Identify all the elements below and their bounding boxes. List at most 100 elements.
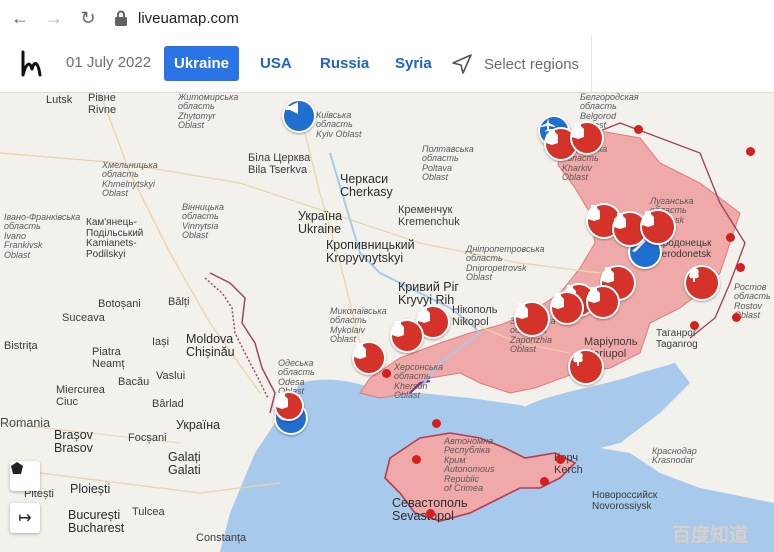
label-moldova: Moldova Chișinău bbox=[186, 332, 235, 360]
label-dnipro: Дніпропетровська область Dnipropetrovsk … bbox=[466, 244, 545, 283]
explosion-marker[interactable] bbox=[568, 349, 604, 385]
site-header: 01 July 2022 Ukraine USA Russia Syria Se… bbox=[0, 36, 774, 93]
draw-polygon-button[interactable] bbox=[10, 461, 40, 491]
event-dot[interactable] bbox=[540, 477, 549, 486]
event-dot[interactable] bbox=[556, 455, 565, 464]
tab-syria[interactable]: Syria bbox=[385, 46, 442, 81]
event-dot[interactable] bbox=[746, 147, 755, 156]
event-dot[interactable] bbox=[412, 455, 421, 464]
select-regions-button[interactable]: Select regions bbox=[450, 50, 579, 78]
label-ivano-frankivsk: Івано-Франківська область Ivano Frankivs… bbox=[4, 212, 81, 260]
label-focsani: Focșani bbox=[128, 432, 167, 444]
event-marker-blue[interactable] bbox=[282, 99, 316, 133]
pentagon-icon bbox=[11, 462, 23, 474]
bomb-icon bbox=[418, 307, 430, 323]
liveuamap-logo-icon[interactable] bbox=[18, 49, 48, 79]
label-kamianets: Кам'янець- Подільський Kamianets- Podils… bbox=[86, 217, 144, 260]
event-dot[interactable] bbox=[690, 321, 699, 330]
shelling-marker[interactable] bbox=[586, 285, 620, 319]
label-ukraine-city: Україна bbox=[176, 418, 221, 432]
arrow-right-bar-icon: ↦ bbox=[18, 510, 32, 527]
navigation-arrow-icon bbox=[452, 54, 472, 74]
occupied-east bbox=[359, 130, 741, 399]
label-kyiv-oblast: Київська область Kyiv Oblast bbox=[316, 110, 362, 139]
label-krasnodar: Краснодар Krasnodar bbox=[652, 446, 697, 466]
event-dot[interactable] bbox=[382, 369, 391, 378]
bomb-icon bbox=[552, 293, 564, 309]
bomb-icon bbox=[588, 205, 600, 221]
label-novorossiysk: Новороссийск Novorossiysk bbox=[592, 490, 658, 512]
label-kropyvnytskyi: Кропивницький Kropyvnytskyi bbox=[326, 238, 415, 266]
label-kremenchuk: Кременчук Kremenchuk bbox=[398, 204, 460, 228]
label-crimea: Автономна Республіка Крим Autonomous Rep… bbox=[444, 436, 495, 494]
label-iasi: Iași bbox=[152, 336, 170, 348]
label-nikopol: Нікополь Nikopol bbox=[452, 304, 498, 328]
tab-russia[interactable]: Russia bbox=[310, 46, 379, 81]
reload-icon[interactable]: ↻ bbox=[76, 6, 100, 30]
tab-usa[interactable]: USA bbox=[250, 46, 302, 81]
label-bacau: Bacău bbox=[118, 376, 150, 388]
bomb-icon bbox=[602, 267, 614, 283]
watermark: 百度知道 bbox=[672, 524, 749, 546]
shelling-marker[interactable] bbox=[352, 341, 386, 375]
bomb-icon bbox=[546, 129, 558, 145]
bomb-icon bbox=[276, 393, 288, 409]
shelling-marker[interactable] bbox=[640, 209, 676, 245]
label-botosani: Botoșani bbox=[98, 298, 141, 310]
back-icon[interactable]: ← bbox=[8, 6, 32, 30]
label-barlad: Bârlad bbox=[152, 398, 184, 410]
bomb-icon bbox=[572, 123, 584, 139]
label-bistrita: Bistrița bbox=[4, 340, 38, 352]
label-vaslui: Vaslui bbox=[156, 370, 186, 382]
label-suceava: Suceava bbox=[62, 312, 105, 324]
label-brasov: Brașov Brasov bbox=[54, 428, 93, 456]
event-dot[interactable] bbox=[426, 509, 435, 518]
label-rivne: Рівне Rivne bbox=[88, 93, 117, 116]
label-bucuresti: București Bucharest bbox=[68, 508, 125, 536]
label-poltava: Полтавська область Poltava Oblast bbox=[422, 144, 474, 183]
event-dot[interactable] bbox=[432, 419, 441, 428]
current-date: 01 July 2022 bbox=[66, 54, 152, 71]
explosion-icon bbox=[689, 268, 699, 282]
label-cherkasy: Черкаси Cherkasy bbox=[340, 172, 393, 200]
label-mykolaiv: Миколаївська область Mykolaiv Oblast bbox=[330, 306, 387, 345]
shelling-marker[interactable] bbox=[390, 319, 424, 353]
select-regions-label: Select regions bbox=[484, 55, 580, 73]
bomb-icon bbox=[614, 213, 626, 229]
label-constanta: Constanța bbox=[196, 532, 247, 544]
bomb-icon bbox=[588, 287, 600, 303]
shelling-marker[interactable] bbox=[514, 301, 550, 337]
explosion-icon bbox=[573, 352, 583, 366]
label-kryvyi-rih: Кривий Ріг Kryvyi Rih bbox=[398, 280, 459, 308]
map-canvas[interactable]: Lutsk Рівне Rivne Житомирська область Zh… bbox=[0, 93, 774, 552]
collapse-panel-button[interactable]: ↦ bbox=[10, 503, 40, 533]
label-kherson: Херсонська область Kherson Oblast bbox=[394, 362, 443, 401]
event-dot[interactable] bbox=[736, 263, 745, 272]
forward-icon[interactable]: → bbox=[42, 6, 66, 30]
label-tulcea: Tulcea bbox=[132, 506, 165, 518]
address-bar[interactable]: liveuamap.com bbox=[114, 6, 754, 30]
megaphone-icon bbox=[286, 102, 298, 114]
bomb-icon bbox=[354, 343, 366, 359]
tab-ukraine[interactable]: Ukraine bbox=[164, 46, 240, 81]
label-ukraine: Україна Ukraine bbox=[298, 209, 343, 237]
bomb-icon bbox=[516, 303, 528, 319]
label-romania: Romania bbox=[0, 416, 51, 430]
header-divider bbox=[591, 36, 592, 92]
event-dot[interactable] bbox=[726, 233, 735, 242]
browser-toolbar: ← → ↻ liveuamap.com bbox=[0, 0, 774, 37]
url-text: liveuamap.com bbox=[138, 9, 239, 27]
label-balti: Bălți bbox=[168, 296, 190, 308]
label-galati: Galați Galati bbox=[168, 450, 201, 478]
label-ploiesti: Ploiești bbox=[70, 482, 111, 496]
shelling-marker[interactable] bbox=[570, 121, 604, 155]
bomb-icon bbox=[392, 321, 404, 337]
lock-icon bbox=[115, 10, 127, 26]
explosion-marker[interactable] bbox=[684, 265, 720, 301]
shelling-marker[interactable] bbox=[550, 291, 584, 325]
event-dot[interactable] bbox=[732, 313, 741, 322]
label-bila-tserkva: Біла Церква Bila Tserkva bbox=[248, 152, 311, 176]
label-piatra: Piatra Neamț bbox=[92, 346, 125, 370]
shelling-marker[interactable] bbox=[274, 391, 304, 421]
event-dot[interactable] bbox=[634, 125, 643, 134]
